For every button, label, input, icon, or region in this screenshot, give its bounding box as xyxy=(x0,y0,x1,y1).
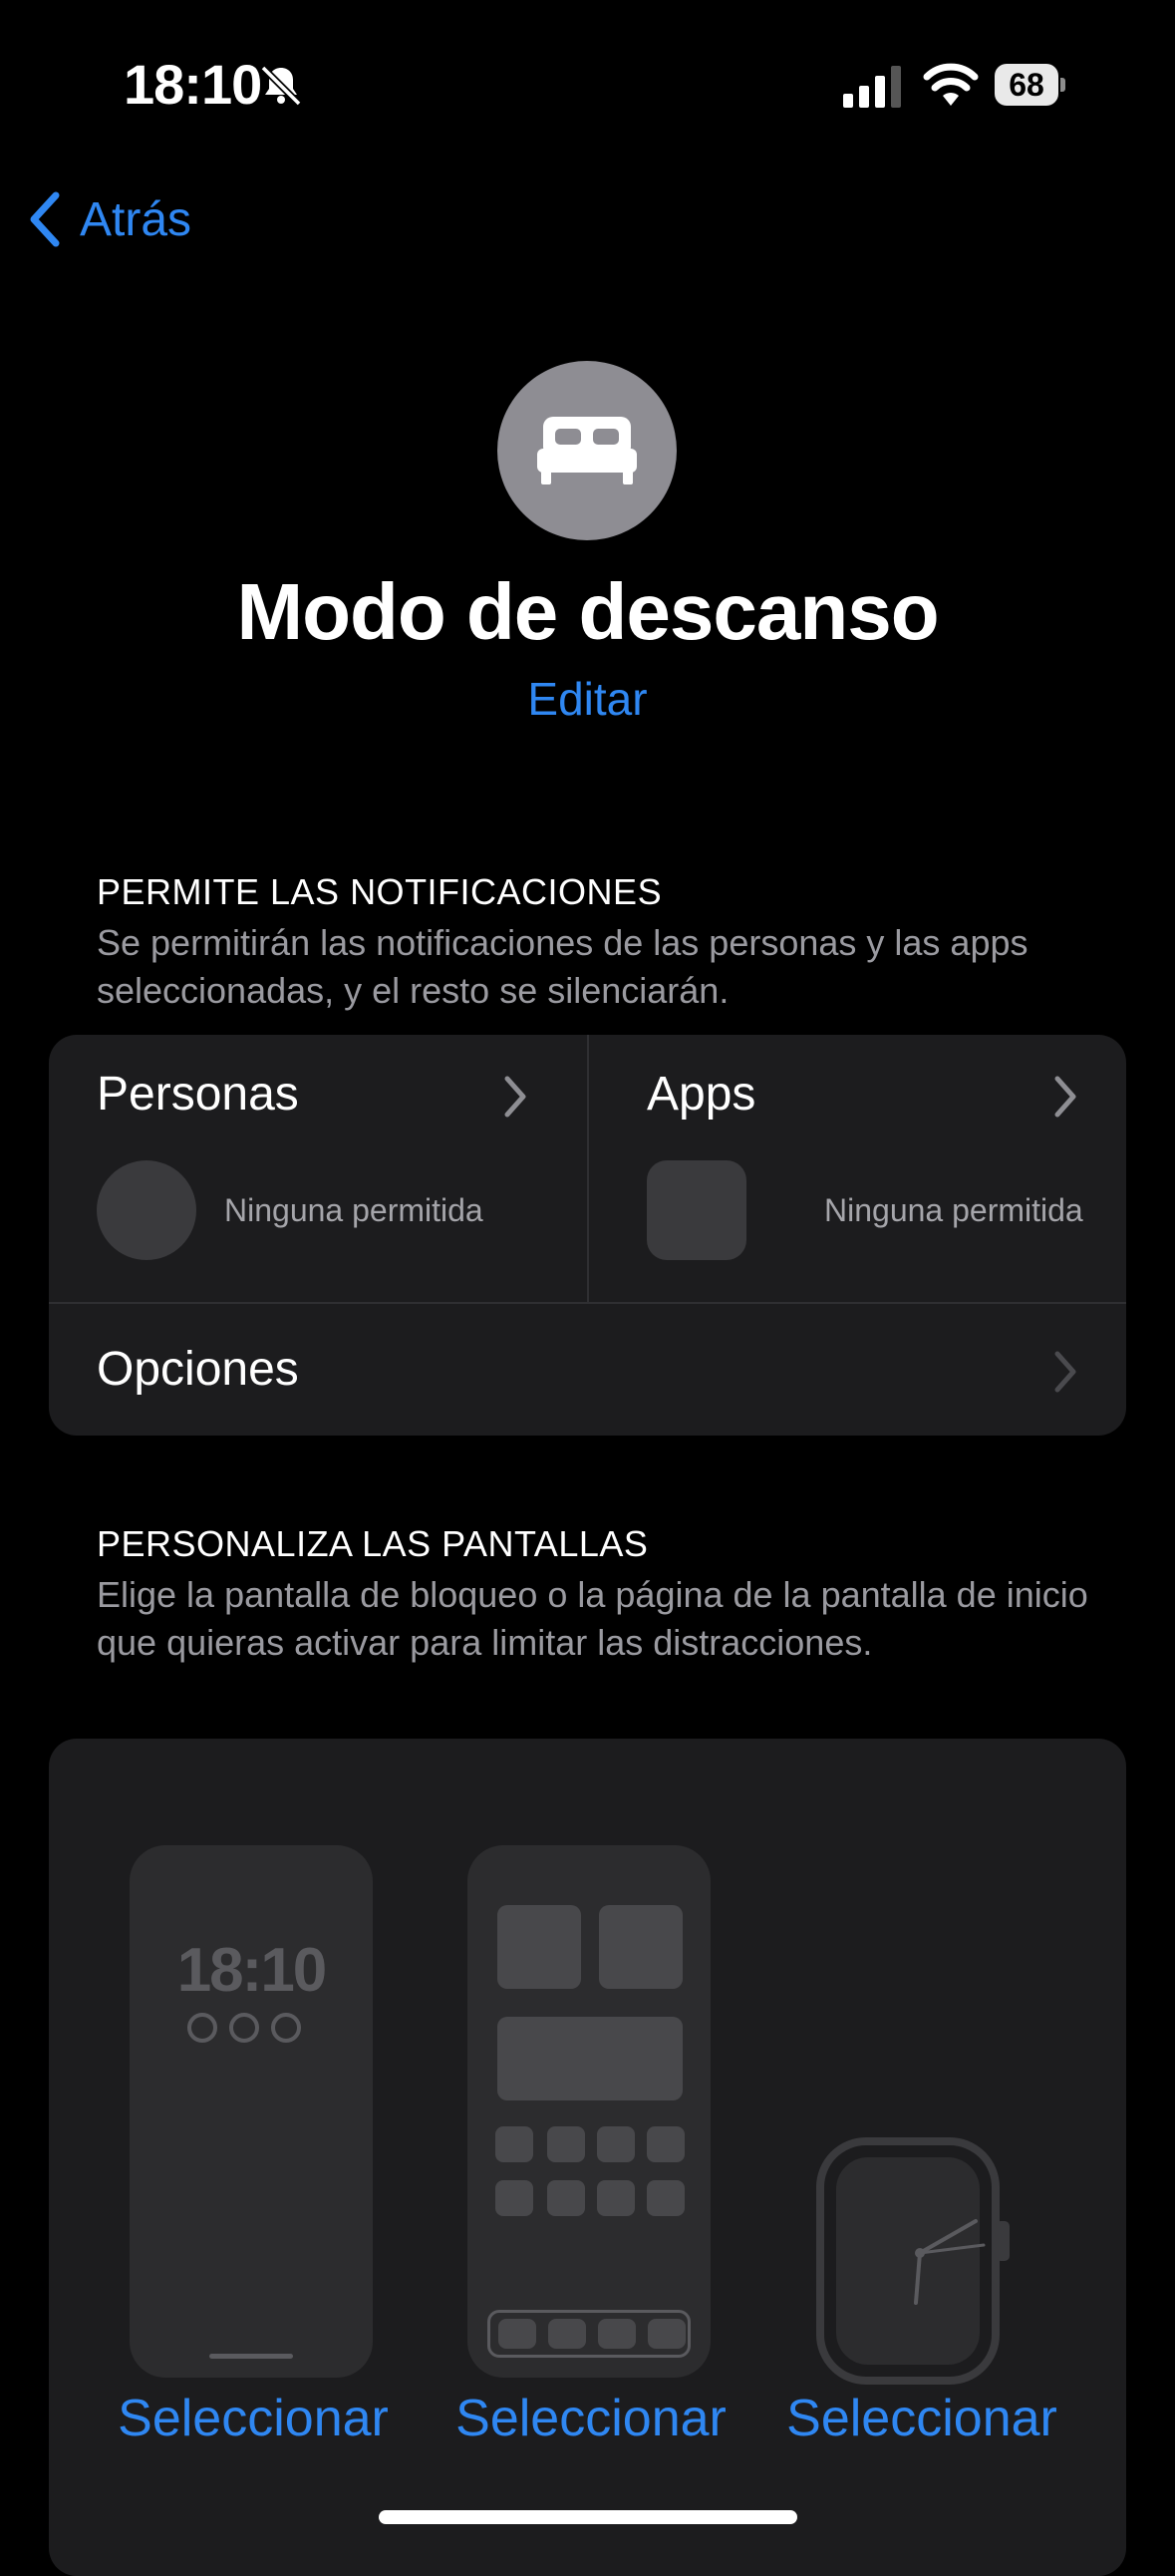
lock-preview-time: 18:10 xyxy=(176,1936,328,2005)
bell-slash-icon xyxy=(260,65,302,107)
back-button[interactable]: Atrás xyxy=(26,189,191,249)
apps-status: Ninguna permitida xyxy=(824,1192,1083,1228)
select-lock-screen-button[interactable]: Seleccionar xyxy=(84,2389,423,2448)
people-label: Personas xyxy=(97,1068,299,1121)
notifications-card: Personas Ninguna permitida Apps Ninguna … xyxy=(49,1035,1126,1436)
people-cell[interactable]: Personas Ninguna permitida xyxy=(49,1035,587,1302)
cellular-signal-icon xyxy=(843,66,901,108)
battery-indicator: 68 xyxy=(995,64,1066,106)
app-icon-placeholder xyxy=(647,1160,746,1260)
select-watch-face-button[interactable]: Seleccionar xyxy=(752,2389,1091,2448)
screens-section-title: PERSONALIZA LAS PANTALLAS xyxy=(97,1523,649,1564)
back-label: Atrás xyxy=(80,192,192,246)
chevron-right-icon xyxy=(1054,1076,1076,1118)
chevron-right-icon xyxy=(504,1076,526,1118)
select-home-screen-button[interactable]: Seleccionar xyxy=(422,2389,760,2448)
watch-face-preview[interactable] xyxy=(816,2137,1012,2385)
lock-screen-preview[interactable]: 18:10 xyxy=(130,1845,373,2378)
home-screen-preview[interactable] xyxy=(467,1845,711,2378)
wifi-icon xyxy=(923,63,979,106)
status-time: 18:10 xyxy=(124,53,262,116)
apps-label: Apps xyxy=(647,1068,756,1121)
notifications-section-description: Se permitirán las notificaciones de las … xyxy=(97,922,1028,1011)
home-indicator[interactable] xyxy=(379,2510,797,2524)
chevron-left-icon xyxy=(30,191,60,247)
bed-icon xyxy=(497,361,677,540)
options-label: Opciones xyxy=(97,1343,299,1396)
apps-cell[interactable]: Apps Ninguna permitida xyxy=(589,1035,1126,1302)
notifications-section-title: PERMITE LAS NOTIFICACIONES xyxy=(97,871,663,912)
screens-section-description: Elige la pantalla de bloqueo o la página… xyxy=(97,1574,1088,1663)
people-status: Ninguna permitida xyxy=(224,1192,483,1228)
page-title: Modo de descanso xyxy=(236,567,939,656)
battery-level: 68 xyxy=(995,64,1058,106)
lock-widget-placeholders xyxy=(187,2013,301,2043)
options-row[interactable]: Opciones xyxy=(49,1304,1126,1436)
people-avatar-placeholder xyxy=(97,1160,196,1260)
screens-card: 18:10 xyxy=(49,1739,1126,2576)
edit-button[interactable]: Editar xyxy=(0,672,1175,726)
chevron-right-icon xyxy=(1054,1351,1076,1393)
